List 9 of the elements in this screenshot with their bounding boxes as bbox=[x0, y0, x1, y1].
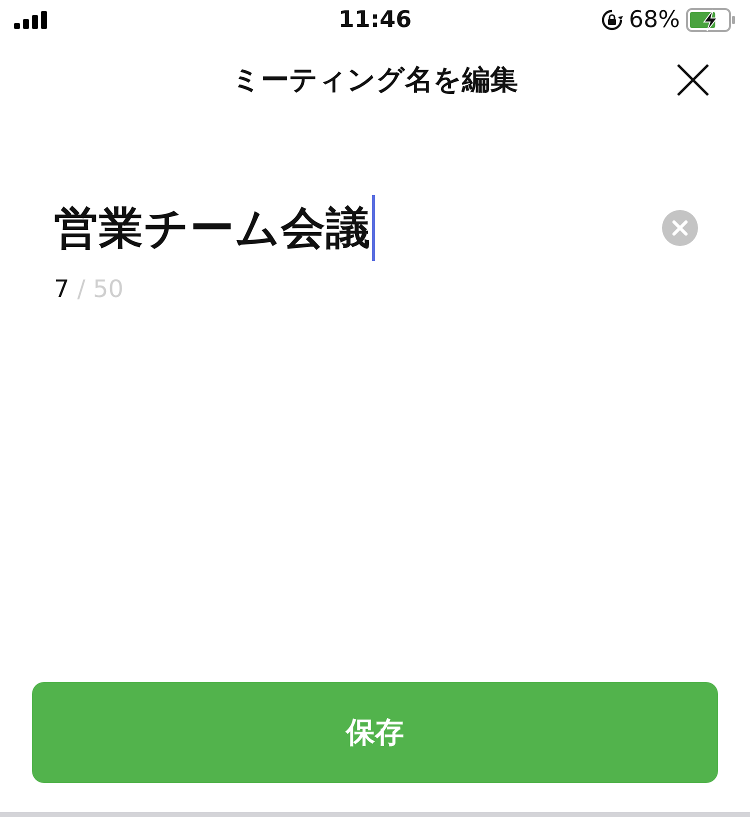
rotation-lock-icon bbox=[600, 9, 623, 31]
signal-icon bbox=[14, 11, 48, 29]
character-count: 7 bbox=[54, 275, 70, 303]
status-time: 11:46 bbox=[338, 7, 412, 33]
dialog-title: ミーティング名を編集 bbox=[232, 62, 518, 98]
meeting-name-field[interactable]: 営業チーム会議 bbox=[54, 195, 375, 261]
close-button[interactable] bbox=[676, 63, 710, 97]
battery-icon bbox=[686, 8, 736, 32]
battery-percent: 68% bbox=[628, 7, 680, 33]
